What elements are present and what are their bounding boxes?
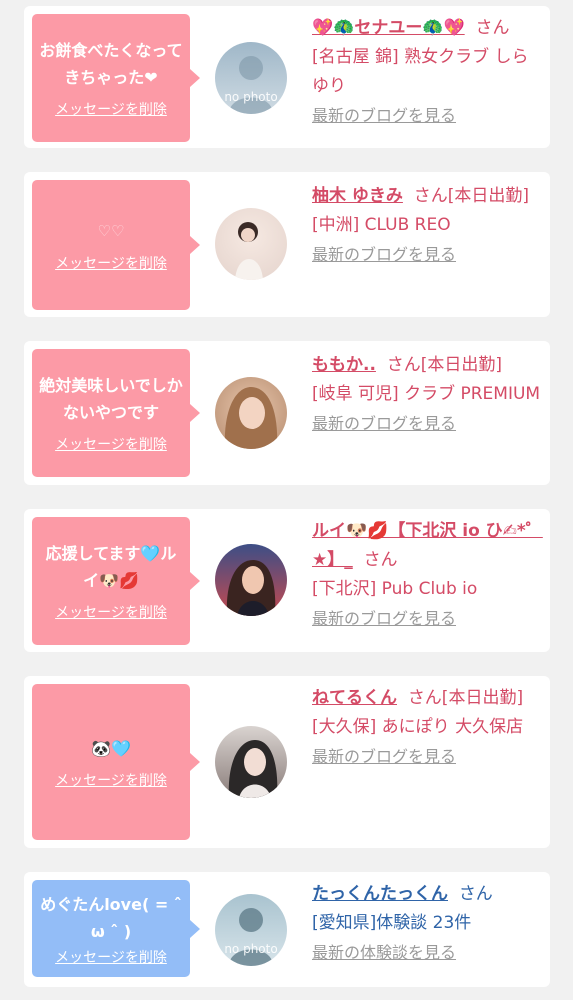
message-card: ♡♡ メッセージを削除 柚木 ゆきみ さん[本日出勤] [中洲] CLUB RE… [24,172,550,317]
user-name-link[interactable]: 💖🦚セナユー🦚💖 [312,18,465,38]
avatar[interactable] [215,726,287,798]
latest-review-link[interactable]: 最新の体験談を見る [312,943,456,962]
honorific: さん[本日出勤] [413,186,529,206]
delete-message-link[interactable]: メッセージを削除 [55,253,167,273]
message-text: 🐼🩵 [91,738,131,758]
message-bubble: 絶対美味しいでしかないやつです メッセージを削除 [32,349,200,477]
honorific: さん[本日出勤] [407,688,524,708]
message-card: お餅食べたくなってきちゃった❤ メッセージを削除 no photo 💖🦚セナユー… [24,6,550,148]
location: [岐阜 可児] クラブ PREMIUM [312,384,541,404]
honorific: さん[本日出勤] [386,355,502,375]
latest-blog-link[interactable]: 最新のブログを見る [312,747,456,766]
avatar[interactable] [215,377,287,449]
user-name-link[interactable]: ルイ🐶💋【下北沢 io ひ✍︎*゜★】_ [312,521,543,570]
user-name-link[interactable]: ももか.. [312,355,376,375]
delete-message-link[interactable]: メッセージを削除 [55,99,167,119]
message-text: 応援してます🩵ルイ🐶💋 [45,544,177,590]
location: [中洲] CLUB REO [312,215,451,235]
location: [名古屋 錦] 熟女クラブ しらゆり [312,47,529,96]
user-name-link[interactable]: 柚木 ゆきみ [312,186,403,206]
location: [大久保] あにぽり 大久保店 [312,717,524,737]
location: [愛知県]体験談 23件 [312,913,472,933]
profile-photo-icon [228,740,278,798]
avatar[interactable]: no photo [215,894,287,966]
delete-message-link[interactable]: メッセージを削除 [55,602,167,622]
message-card: 応援してます🩵ルイ🐶💋 メッセージを削除 ルイ🐶💋【下北沢 io ひ✍︎*゜★】… [24,509,550,652]
profile-photo-icon [235,222,263,280]
message-card: 🐼🩵 メッセージを削除 ねてるくん さん[本日出勤] [大久保] あにぽり 大久… [24,676,550,848]
message-text: ♡♡ [97,221,125,240]
message-bubble: お餅食べたくなってきちゃった❤ メッセージを削除 [32,14,200,142]
delete-message-link[interactable]: メッセージを削除 [55,770,167,790]
delete-message-link[interactable]: メッセージを削除 [55,434,167,454]
honorific: さん [363,550,398,570]
profile-photo-icon [224,387,278,449]
honorific: さん [458,884,493,904]
avatar[interactable] [215,544,287,616]
message-card: 絶対美味しいでしかないやつです メッセージを削除 ももか.. さん[本日出勤] … [24,341,550,485]
profile-photo-icon [226,560,276,616]
message-bubble: ♡♡ メッセージを削除 [32,180,200,310]
message-card: めぐたんlove( = ˆ ω ˆ ) メッセージを削除 no photo たっ… [24,872,550,987]
avatar[interactable]: no photo [215,42,287,114]
user-name-link[interactable]: たっくんたっくん [312,884,448,904]
message-text: めぐたんlove( = ˆ ω ˆ ) [40,894,182,941]
no-photo-label: no photo [224,90,278,104]
latest-blog-link[interactable]: 最新のブログを見る [312,414,456,433]
latest-blog-link[interactable]: 最新のブログを見る [312,245,456,264]
no-photo-label: no photo [224,942,278,956]
latest-blog-link[interactable]: 最新のブログを見る [312,106,456,125]
location: [下北沢] Pub Club io [312,579,478,599]
delete-message-link[interactable]: メッセージを削除 [55,947,167,967]
message-bubble: 応援してます🩵ルイ🐶💋 メッセージを削除 [32,517,200,645]
avatar[interactable] [215,208,287,280]
message-bubble: 🐼🩵 メッセージを削除 [32,684,200,840]
user-name-link[interactable]: ねてるくん [312,688,397,708]
message-text: お餅食べたくなってきちゃった❤ [39,41,183,87]
message-text: 絶対美味しいでしかないやつです [39,376,183,422]
message-bubble: めぐたんlove( = ˆ ω ˆ ) メッセージを削除 [32,880,200,977]
honorific: さん [475,18,510,38]
latest-blog-link[interactable]: 最新のブログを見る [312,609,456,628]
